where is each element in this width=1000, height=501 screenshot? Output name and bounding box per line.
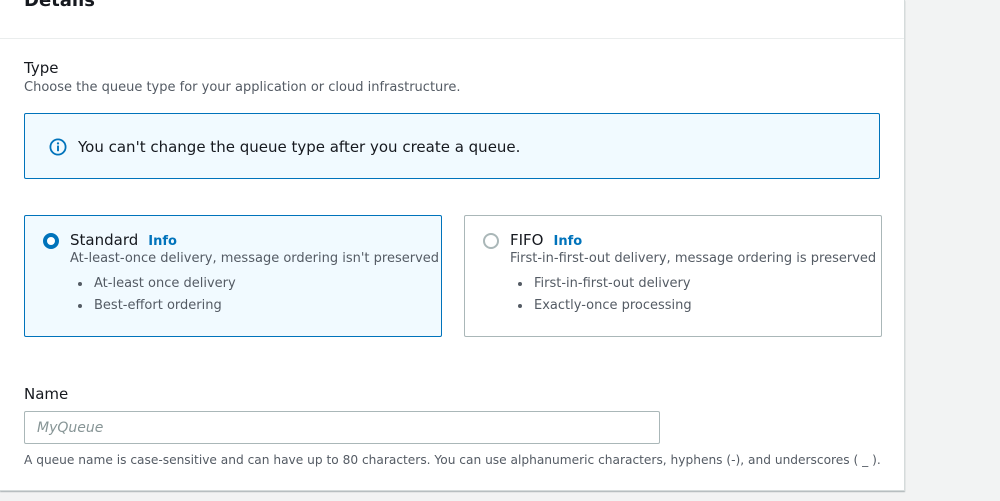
standard-description: At-least-once delivery, message ordering… bbox=[70, 251, 440, 266]
list-item: Best-effort ordering bbox=[92, 295, 236, 317]
fifo-radio[interactable] bbox=[483, 233, 499, 249]
fifo-feature-list: First-in-first-out delivery Exactly-once… bbox=[510, 273, 692, 317]
name-label: Name bbox=[24, 385, 69, 403]
list-item: At-least once delivery bbox=[92, 273, 236, 295]
queue-type-fifo[interactable]: FIFO Info First-in-first-out delivery, me… bbox=[464, 215, 882, 337]
standard-radio[interactable] bbox=[43, 233, 59, 249]
fifo-info-link[interactable]: Info bbox=[554, 234, 583, 249]
panel-title: Details bbox=[24, 0, 95, 11]
info-alert: You can't change the queue type after yo… bbox=[24, 113, 880, 179]
panel-header: Details bbox=[0, 0, 904, 39]
info-circle-icon bbox=[49, 138, 67, 156]
list-item: Exactly-once processing bbox=[532, 295, 692, 317]
details-panel: Details Type Choose the queue type for y… bbox=[0, 0, 905, 491]
name-hint: A queue name is case-sensitive and can h… bbox=[24, 453, 881, 467]
standard-title: Standard bbox=[70, 231, 139, 249]
fifo-title: FIFO bbox=[510, 231, 544, 249]
type-description: Choose the queue type for your applicati… bbox=[24, 80, 461, 95]
fifo-description: First-in-first-out delivery, message ord… bbox=[510, 251, 877, 266]
standard-info-link[interactable]: Info bbox=[148, 234, 177, 249]
queue-type-standard[interactable]: Standard Info At-least-once delivery, mes… bbox=[24, 215, 442, 337]
alert-text: You can't change the queue type after yo… bbox=[78, 138, 521, 156]
standard-feature-list: At-least once delivery Best-effort order… bbox=[70, 273, 236, 317]
queue-name-input[interactable] bbox=[24, 411, 660, 444]
list-item: First-in-first-out delivery bbox=[532, 273, 692, 295]
type-label: Type bbox=[24, 59, 59, 77]
